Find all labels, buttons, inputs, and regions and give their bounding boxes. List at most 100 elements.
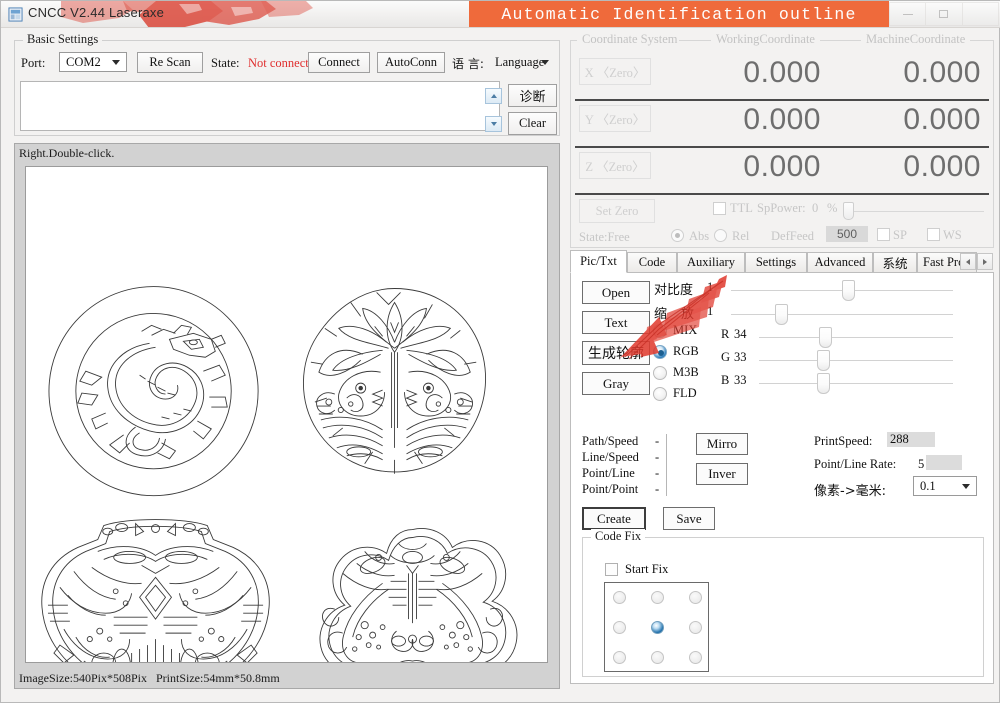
state-label: State:: [211, 56, 239, 71]
sppower-label: SpPower:: [757, 201, 806, 216]
green-slider[interactable]: [817, 350, 830, 371]
red-value: 34: [734, 327, 747, 342]
sppower-unit: %: [827, 201, 837, 216]
tab-strip: Pic/Txt Code Auxiliary Settings Advanced…: [570, 250, 994, 273]
deffeed-input[interactable]: 500: [826, 226, 868, 242]
x-machine-value: 0.000: [851, 56, 981, 90]
state-value: Not connect: [248, 56, 309, 71]
fix-origin-center[interactable]: [651, 621, 664, 634]
pointline-rate-field[interactable]: [926, 455, 962, 470]
fix-origin-top-left[interactable]: [613, 591, 626, 604]
tab-scroll-left[interactable]: [960, 253, 976, 270]
log-scroll-down[interactable]: [485, 116, 502, 132]
mode-label-mix: MIX: [673, 323, 697, 338]
pixel-to-mm-label: 像素->毫米:: [814, 480, 886, 499]
generate-outline-button[interactable]: 生成轮廓: [582, 341, 650, 365]
start-fix-checkbox[interactable]: [605, 563, 618, 576]
printspeed-value[interactable]: 288: [887, 432, 935, 447]
tab-system[interactable]: 系统: [873, 252, 917, 273]
close-button[interactable]: [963, 2, 999, 26]
zoom-label-fang: 放: [681, 303, 694, 322]
image-canvas[interactable]: [25, 166, 548, 663]
mode-radio-fld[interactable]: [653, 387, 667, 401]
blue-label: B: [721, 373, 729, 388]
diagnose-button[interactable]: 诊断: [508, 84, 557, 107]
blue-slider[interactable]: [817, 373, 830, 394]
maximize-icon[interactable]: [926, 2, 962, 26]
tab-advanced[interactable]: Advanced: [807, 252, 873, 273]
working-coordinate-header: WorkingCoordinate: [711, 32, 820, 47]
mode-path-speed[interactable]: Path/Speed: [582, 434, 638, 449]
language-select[interactable]: Language: [495, 52, 555, 72]
minimize-button[interactable]: [889, 2, 926, 26]
mirro-button[interactable]: Mirro: [696, 433, 748, 455]
red-slider[interactable]: [819, 327, 832, 348]
mode-point-line[interactable]: Point/Line: [582, 466, 635, 481]
fix-origin-bottom-right[interactable]: [689, 651, 702, 664]
mode-line-speed[interactable]: Line/Speed: [582, 450, 639, 465]
mode-radio-rgb[interactable]: [653, 345, 667, 359]
mode-point-point[interactable]: Point/Point: [582, 482, 638, 497]
clear-button[interactable]: Clear: [508, 112, 557, 135]
fix-origin-top-center[interactable]: [651, 591, 664, 604]
tab-auxiliary[interactable]: Auxiliary: [677, 252, 745, 273]
log-scroll-up[interactable]: [485, 88, 502, 104]
zoom-slider[interactable]: [775, 304, 788, 325]
inver-button[interactable]: Inver: [696, 463, 748, 485]
green-value: 33: [734, 350, 747, 365]
mode-radio-m3b[interactable]: [653, 366, 667, 380]
banner-automatic-identification-outline: Automatic Identification outline: [469, 1, 889, 28]
banner-text: Automatic Identification outline: [501, 5, 856, 24]
ttl-checkbox[interactable]: [713, 202, 726, 215]
y-machine-value: 0.000: [851, 103, 981, 137]
fix-origin-middle-left[interactable]: [613, 621, 626, 634]
abs-radio[interactable]: [671, 229, 684, 242]
mode-list-divider: [666, 434, 667, 496]
ws-checkbox[interactable]: [927, 228, 940, 241]
contrast-slider[interactable]: [842, 280, 855, 301]
log-textarea[interactable]: [20, 81, 500, 131]
fix-origin-bottom-center[interactable]: [651, 651, 664, 664]
mode-label-fld: FLD: [673, 386, 697, 401]
autoconn-button[interactable]: AutoConn: [377, 52, 445, 73]
y-zero-button[interactable]: Y 〈Zero〉: [579, 105, 651, 132]
title-bar: CNCC V2.44 Laseraxe Automatic Identifica…: [1, 1, 1000, 28]
z-zero-button[interactable]: Z 〈Zero〉: [579, 152, 651, 179]
mode-label-rgb: RGB: [673, 344, 699, 359]
sppower-slider[interactable]: [843, 202, 854, 220]
connect-button[interactable]: Connect: [308, 52, 370, 73]
start-fix-label: Start Fix: [625, 562, 668, 577]
fix-origin-middle-right[interactable]: [689, 621, 702, 634]
code-fix-legend: Code Fix: [591, 529, 645, 544]
sp-checkbox[interactable]: [877, 228, 890, 241]
x-zero-button[interactable]: X 〈Zero〉: [579, 58, 651, 85]
pixel-to-mm-value: 0.1: [920, 479, 936, 494]
fix-origin-bottom-left[interactable]: [613, 651, 626, 664]
pointline-rate-label: Point/Line Rate:: [814, 457, 896, 472]
zoom-value: 1: [707, 304, 713, 319]
coordinate-system-group: Coordinate System WorkingCoordinate Mach…: [570, 40, 994, 248]
text-button[interactable]: Text: [582, 311, 650, 334]
ttl-label: TTL: [730, 201, 753, 216]
set-zero-button[interactable]: Set Zero: [579, 199, 655, 223]
mode-radio-mix[interactable]: [653, 324, 667, 338]
image-preview-panel[interactable]: Right.Double-click.: [14, 143, 560, 689]
app-icon: [8, 7, 23, 22]
pixel-to-mm-select[interactable]: 0.1: [913, 476, 977, 496]
basic-settings-group: Basic Settings Port: COM2 Re Scan State:…: [14, 40, 560, 136]
open-button[interactable]: Open: [582, 281, 650, 304]
rel-radio[interactable]: [714, 229, 727, 242]
create-button[interactable]: Create: [582, 507, 646, 530]
port-select[interactable]: COM2: [59, 52, 127, 72]
tab-code[interactable]: Code: [627, 252, 677, 273]
tab-pic-txt[interactable]: Pic/Txt: [570, 250, 627, 273]
save-button[interactable]: Save: [663, 507, 715, 530]
canvas-status-bar: ImageSize:540Pix*508Pix PrintSize:54mm*5…: [15, 668, 559, 688]
tab-settings[interactable]: Settings: [745, 252, 807, 273]
gray-button[interactable]: Gray: [582, 372, 650, 395]
green-label: G: [721, 350, 730, 365]
chevron-down-icon: [112, 60, 120, 65]
fix-origin-top-right[interactable]: [689, 591, 702, 604]
tab-scroll-right[interactable]: [977, 253, 993, 270]
rescan-button[interactable]: Re Scan: [137, 52, 203, 73]
